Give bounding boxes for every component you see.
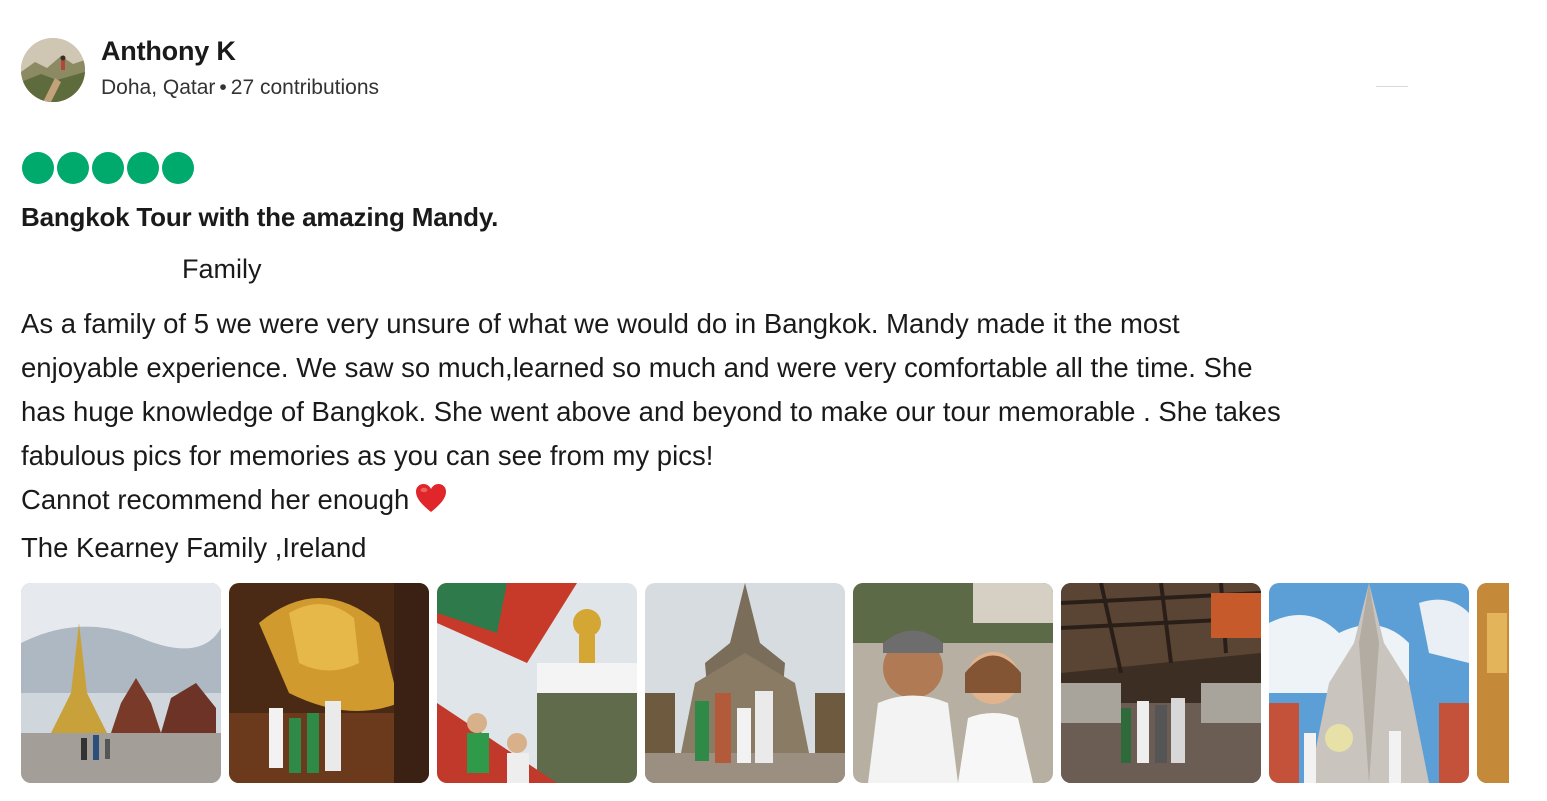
photo-grand-palace[interactable]: [21, 583, 221, 783]
review-line-text: Cannot recommend her enough: [21, 484, 410, 515]
review-line: As a family of 5 we were very unsure of …: [21, 308, 1180, 339]
review-line: has huge knowledge of Bangkok. She went …: [21, 396, 1281, 427]
photo-market[interactable]: [1061, 583, 1261, 783]
review-body: As a family of 5 we were very unsure of …: [21, 302, 1521, 570]
review-line: The Kearney Family ,Ireland: [21, 532, 367, 563]
rating-bubble: [127, 152, 159, 184]
rating-bubble: [92, 152, 124, 184]
review-line-recommend: Cannot recommend her enough: [21, 478, 1521, 526]
trip-type: Family: [182, 254, 262, 284]
rating-bubble: [57, 152, 89, 184]
reviewer-location: Doha, Qatar: [101, 76, 216, 99]
meta-separator: •: [219, 76, 227, 99]
divider-mark: [1376, 86, 1408, 87]
photo-wat-arun[interactable]: [1269, 583, 1469, 783]
photo-partial[interactable]: [1477, 583, 1509, 783]
photo-reclining-buddha[interactable]: [229, 583, 429, 783]
reviewer-name[interactable]: Anthony K: [101, 36, 236, 67]
review-line: fabulous pics for memories as you can se…: [21, 440, 714, 471]
photo-temple-family[interactable]: [645, 583, 845, 783]
reviewer-meta: Doha, Qatar • 27 contributions: [101, 76, 379, 100]
rating-bubble: [22, 152, 54, 184]
review-title: Bangkok Tour with the amazing Mandy.: [21, 202, 499, 232]
rating-bubbles: [22, 152, 194, 184]
photo-guide-selfie[interactable]: [853, 583, 1053, 783]
review-line: enjoyable experience. We saw so much,lea…: [21, 352, 1253, 383]
photo-longtail-boat[interactable]: [437, 583, 637, 783]
heart-icon: [415, 482, 447, 526]
reviewer-contributions: 27 contributions: [230, 76, 380, 99]
photo-strip: [21, 583, 1509, 783]
rating-bubble: [162, 152, 194, 184]
reviewer-avatar[interactable]: [21, 38, 85, 102]
mountain-hiker-avatar-icon: [21, 38, 85, 102]
